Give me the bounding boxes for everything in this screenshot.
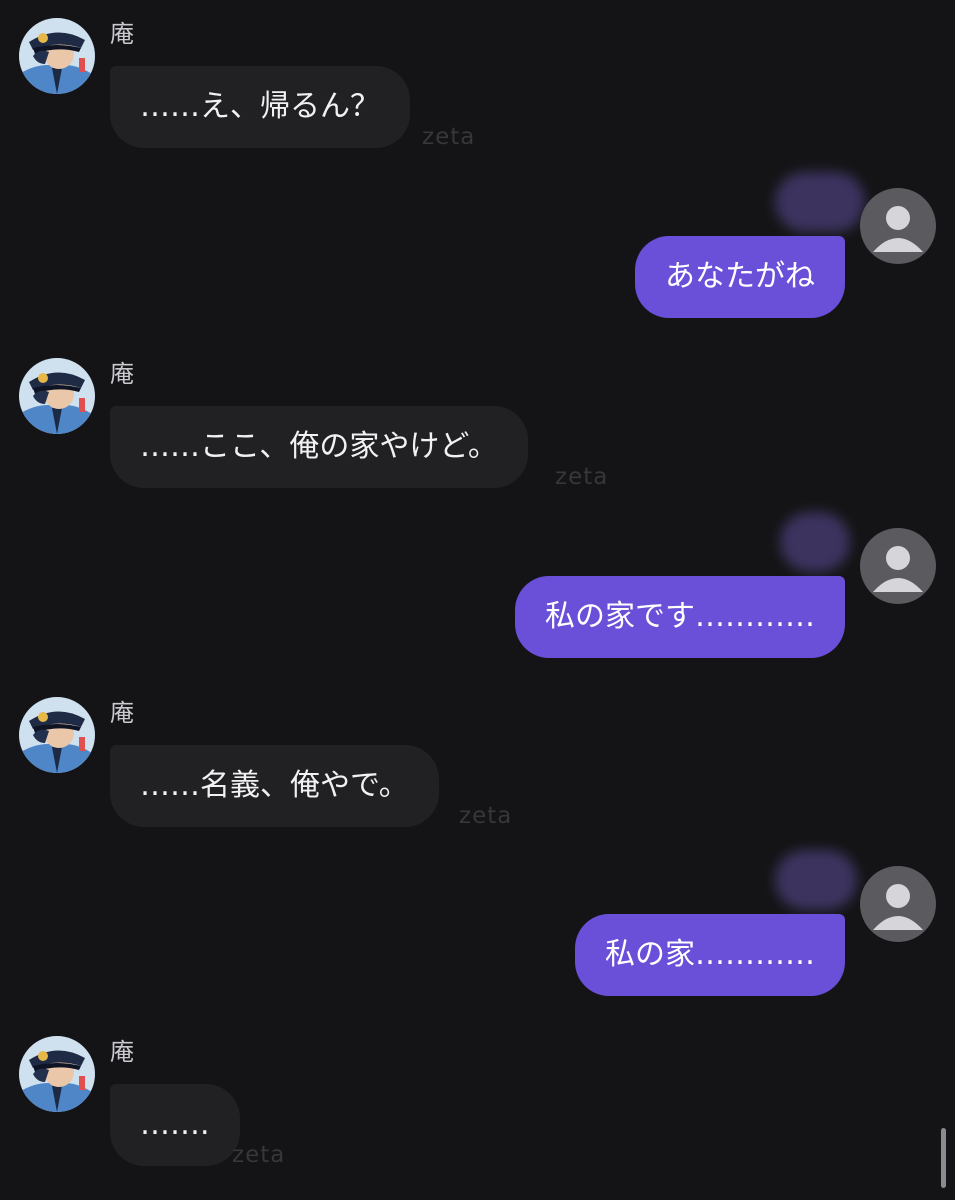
user-name-redacted — [775, 172, 865, 232]
bot-message-bubble[interactable]: ……. — [110, 1084, 240, 1166]
police-officer-avatar-icon — [19, 358, 95, 434]
user-avatar[interactable] — [860, 866, 936, 942]
bot-message: 庵 ……ここ、俺の家やけど。 zeta — [0, 358, 955, 508]
chat-thread[interactable]: 庵 ……え、帰るん？ zeta あなたがね 庵 ……ここ、俺の家やけど。 zet… — [0, 0, 955, 1200]
user-name-redacted — [775, 850, 857, 910]
bot-avatar[interactable] — [19, 18, 95, 94]
scrollbar[interactable] — [941, 1128, 946, 1188]
bot-avatar[interactable] — [19, 1036, 95, 1112]
user-avatar[interactable] — [860, 188, 936, 264]
zeta-watermark: zeta — [422, 124, 476, 150]
user-name-redacted — [780, 512, 850, 572]
user-message: あなたがね — [0, 172, 955, 338]
police-officer-avatar-icon — [19, 697, 95, 773]
default-user-avatar-icon — [873, 546, 923, 592]
bot-avatar[interactable] — [19, 358, 95, 434]
user-message-bubble[interactable]: 私の家です………… — [515, 576, 845, 658]
bot-message: 庵 ……. zeta — [0, 1036, 955, 1186]
zeta-watermark: zeta — [232, 1142, 286, 1168]
bot-name: 庵 — [110, 360, 134, 388]
zeta-watermark: zeta — [555, 464, 609, 490]
user-message: 私の家………… — [0, 850, 955, 1016]
bot-message: 庵 ……え、帰るん？ zeta — [0, 18, 955, 168]
zeta-watermark: zeta — [459, 803, 513, 829]
bot-message-bubble[interactable]: ……え、帰るん？ — [110, 66, 410, 148]
default-user-avatar-icon — [873, 884, 923, 930]
bot-message-bubble[interactable]: ……名義、俺やで。 — [110, 745, 439, 827]
bot-avatar[interactable] — [19, 697, 95, 773]
bot-name: 庵 — [110, 1038, 134, 1066]
user-avatar[interactable] — [860, 528, 936, 604]
user-message-bubble[interactable]: あなたがね — [635, 236, 845, 318]
user-message-bubble[interactable]: 私の家………… — [575, 914, 845, 996]
police-officer-avatar-icon — [19, 1036, 95, 1112]
default-user-avatar-icon — [873, 206, 923, 252]
bot-message: 庵 ……名義、俺やで。 zeta — [0, 697, 955, 847]
bot-message-bubble[interactable]: ……ここ、俺の家やけど。 — [110, 406, 528, 488]
bot-name: 庵 — [110, 20, 134, 48]
user-message: 私の家です………… — [0, 512, 955, 678]
police-officer-avatar-icon — [19, 18, 95, 94]
bot-name: 庵 — [110, 699, 134, 727]
